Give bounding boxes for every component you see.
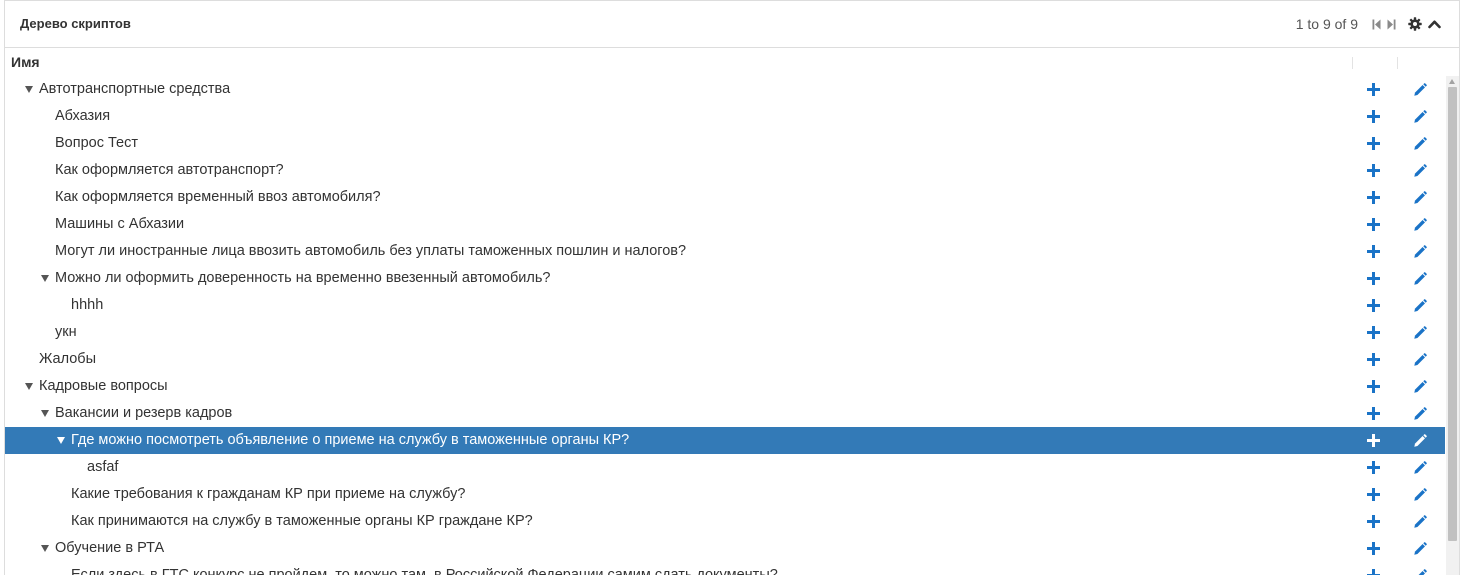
tree-row[interactable]: Машины с Абхазии — [5, 211, 1445, 238]
tree-row[interactable]: Жалобы — [5, 346, 1445, 373]
pencil-icon[interactable] — [1413, 191, 1427, 205]
tree-row[interactable]: Вопрос Тест — [5, 130, 1445, 157]
caret-down-icon[interactable] — [41, 275, 49, 282]
plus-icon[interactable] — [1367, 272, 1380, 285]
tree-row-label[interactable]: Жалобы — [39, 351, 96, 367]
panel-header: Дерево скриптов 1 to 9 of 9 — [5, 1, 1459, 48]
plus-icon[interactable] — [1367, 434, 1380, 447]
caret-down-icon[interactable] — [41, 545, 49, 552]
tree-row[interactable]: Могут ли иностранные лица ввозить автомо… — [5, 238, 1445, 265]
column-header-name[interactable]: Имя — [11, 54, 40, 70]
tree-row-selected[interactable]: Где можно посмотреть объявление о приеме… — [5, 427, 1445, 454]
column-divider — [1352, 57, 1353, 69]
tree-row[interactable]: Можно ли оформить доверенность на времен… — [5, 265, 1445, 292]
pencil-icon[interactable] — [1413, 137, 1427, 151]
plus-icon[interactable] — [1367, 137, 1380, 150]
tree-row-label[interactable]: Автотранспортные средства — [39, 81, 230, 97]
header-tools: 1 to 9 of 9 — [1296, 14, 1441, 34]
pencil-icon[interactable] — [1413, 272, 1427, 286]
pencil-icon[interactable] — [1413, 407, 1427, 421]
pencil-icon[interactable] — [1413, 110, 1427, 124]
tree-row-label[interactable]: Абхазия — [55, 108, 110, 124]
plus-icon[interactable] — [1367, 353, 1380, 366]
tree-row[interactable]: Как оформляется автотранспорт? — [5, 157, 1445, 184]
pager-text: 1 to 9 of 9 — [1295, 16, 1358, 32]
plus-icon[interactable] — [1367, 515, 1380, 528]
pencil-icon[interactable] — [1413, 461, 1427, 475]
tree-row-label[interactable]: Вакансии и резерв кадров — [55, 405, 232, 421]
tree-row[interactable]: hhhh — [5, 292, 1445, 319]
pencil-icon[interactable] — [1413, 353, 1427, 367]
tree-row[interactable]: укн — [5, 319, 1445, 346]
tree-row-label[interactable]: Машины с Абхазии — [55, 216, 184, 232]
caret-down-icon[interactable] — [25, 86, 33, 93]
pencil-icon[interactable] — [1413, 299, 1427, 313]
tree-row[interactable]: Абхазия — [5, 103, 1445, 130]
plus-icon[interactable] — [1367, 542, 1380, 555]
tree-row[interactable]: asfaf — [5, 454, 1445, 481]
panel-title: Дерево скриптов — [20, 16, 131, 31]
pencil-icon[interactable] — [1413, 83, 1427, 97]
tree-row-label[interactable]: Как оформляется временный ввоз автомобил… — [55, 189, 381, 205]
tree-row[interactable]: Вакансии и резерв кадров — [5, 400, 1445, 427]
grid-header: Имя — [5, 48, 1459, 76]
plus-icon[interactable] — [1367, 407, 1380, 420]
tree-row-label[interactable]: Могут ли иностранные лица ввозить автомо… — [55, 243, 686, 259]
plus-icon[interactable] — [1367, 380, 1380, 393]
pencil-icon[interactable] — [1413, 515, 1427, 529]
plus-icon[interactable] — [1367, 164, 1380, 177]
caret-down-icon[interactable] — [25, 383, 33, 390]
pencil-icon[interactable] — [1413, 164, 1427, 178]
plus-icon[interactable] — [1367, 461, 1380, 474]
plus-icon[interactable] — [1367, 569, 1380, 575]
tree-row-label[interactable]: Какие требования к гражданам КР при прие… — [71, 486, 465, 502]
scrollbar-thumb[interactable] — [1448, 87, 1457, 541]
plus-icon[interactable] — [1367, 191, 1380, 204]
plus-icon[interactable] — [1367, 218, 1380, 231]
pencil-icon[interactable] — [1413, 245, 1427, 259]
tree-row[interactable]: Кадровые вопросы — [5, 373, 1445, 400]
plus-icon[interactable] — [1367, 299, 1380, 312]
pencil-icon[interactable] — [1413, 434, 1427, 448]
tree-row[interactable]: Если здесь в ГТС конкурс не пройдем, то … — [5, 562, 1445, 575]
tree-row[interactable]: Как оформляется временный ввоз автомобил… — [5, 184, 1445, 211]
tree-row-label[interactable]: hhhh — [71, 297, 103, 313]
pencil-icon[interactable] — [1413, 218, 1427, 232]
tree-row-label[interactable]: Как принимаются на службу в таможенные о… — [71, 513, 533, 529]
tree-row-label[interactable]: Как оформляется автотранспорт? — [55, 162, 284, 178]
gear-icon[interactable] — [1408, 17, 1422, 31]
plus-icon[interactable] — [1367, 326, 1380, 339]
tree-row-label[interactable]: asfaf — [87, 459, 118, 475]
tree-row-label[interactable]: Если здесь в ГТС конкурс не пройдем, то … — [71, 567, 778, 575]
plus-icon[interactable] — [1367, 110, 1380, 123]
tree-row[interactable]: Обучение в РТА — [5, 535, 1445, 562]
plus-icon[interactable] — [1367, 83, 1380, 96]
scroll-up-arrow-icon[interactable] — [1449, 79, 1455, 84]
tree-row-label[interactable]: Обучение в РТА — [55, 540, 164, 556]
caret-down-icon[interactable] — [57, 437, 65, 444]
last-page-icon[interactable] — [1387, 19, 1396, 30]
tree-row-label[interactable]: Вопрос Тест — [55, 135, 138, 151]
plus-icon[interactable] — [1367, 488, 1380, 501]
pencil-icon[interactable] — [1413, 488, 1427, 502]
tree-row[interactable]: Как принимаются на службу в таможенные о… — [5, 508, 1445, 535]
vertical-scrollbar[interactable] — [1446, 76, 1459, 575]
first-page-icon[interactable] — [1372, 19, 1381, 30]
tree-rows: Автотранспортные средства Абхазия Вопрос Т… — [5, 76, 1445, 575]
column-divider — [1397, 57, 1398, 69]
tree-row-label[interactable]: Кадровые вопросы — [39, 378, 168, 394]
plus-icon[interactable] — [1367, 245, 1380, 258]
chevron-up-icon[interactable] — [1428, 19, 1441, 29]
pencil-icon[interactable] — [1413, 542, 1427, 556]
tree-row-label[interactable]: укн — [55, 324, 77, 340]
tree-row-label[interactable]: Где можно посмотреть объявление о приеме… — [71, 432, 629, 448]
tree-row-label[interactable]: Можно ли оформить доверенность на времен… — [55, 270, 550, 286]
tree-row[interactable]: Какие требования к гражданам КР при прие… — [5, 481, 1445, 508]
script-tree-panel: Дерево скриптов 1 to 9 of 9 Имя Автотран… — [4, 0, 1460, 575]
caret-down-icon[interactable] — [41, 410, 49, 417]
pencil-icon[interactable] — [1413, 380, 1427, 394]
pencil-icon[interactable] — [1413, 569, 1427, 575]
tree-row[interactable]: Автотранспортные средства — [5, 76, 1445, 103]
pencil-icon[interactable] — [1413, 326, 1427, 340]
